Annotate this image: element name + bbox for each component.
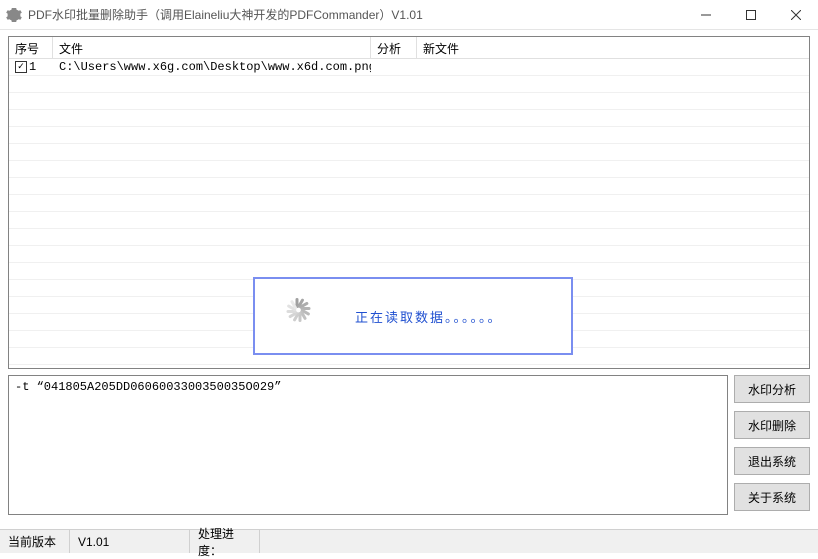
gear-icon	[6, 7, 22, 23]
table-row	[9, 246, 809, 263]
bottom-row: 水印分析 水印删除 退出系统 关于系统	[8, 375, 810, 515]
progress-value	[260, 530, 818, 553]
checkbox-icon[interactable]: ✓	[15, 61, 27, 73]
col-newfile[interactable]: 新文件	[417, 37, 809, 58]
cell-newfile	[417, 59, 809, 75]
seq-value: 1	[29, 60, 36, 74]
window-title: PDF水印批量删除助手（调用Elaineliu大神开发的PDFCommander…	[28, 6, 683, 23]
spinner-icon	[279, 298, 315, 334]
table-row	[9, 195, 809, 212]
col-analysis[interactable]: 分析	[371, 37, 417, 58]
about-button[interactable]: 关于系统	[734, 483, 810, 511]
loading-dialog: 正在读取数据。。。。。。	[253, 277, 573, 355]
table-row[interactable]: ✓1C:\Users\www.x6g.com\Desktop\www.x6d.c…	[9, 59, 809, 76]
table-row	[9, 76, 809, 93]
content-area: 序号 文件 分析 新文件 ✓1C:\Users\www.x6g.com\Desk…	[0, 30, 818, 515]
cell-analysis	[371, 59, 417, 75]
window-controls	[683, 0, 818, 29]
delete-button[interactable]: 水印删除	[734, 411, 810, 439]
loading-text: 正在读取数据。。。。。。	[355, 307, 503, 326]
progress-label: 处理进度：	[190, 530, 260, 553]
close-button[interactable]	[773, 0, 818, 29]
version-label: 当前版本	[0, 530, 70, 553]
maximize-button[interactable]	[728, 0, 773, 29]
cell-seq: ✓1	[9, 59, 53, 75]
version-value: V1.01	[70, 530, 190, 553]
table-row	[9, 178, 809, 195]
action-buttons: 水印分析 水印删除 退出系统 关于系统	[734, 375, 810, 515]
col-seq[interactable]: 序号	[9, 37, 53, 58]
titlebar: PDF水印批量删除助手（调用Elaineliu大神开发的PDFCommander…	[0, 0, 818, 30]
table-row	[9, 212, 809, 229]
exit-button[interactable]: 退出系统	[734, 447, 810, 475]
table-row	[9, 110, 809, 127]
cell-file: C:\Users\www.x6g.com\Desktop\www.x6d.com…	[53, 59, 371, 75]
command-textarea[interactable]	[8, 375, 728, 515]
col-file[interactable]: 文件	[53, 37, 371, 58]
table-row	[9, 144, 809, 161]
table-row	[9, 229, 809, 246]
table-row	[9, 93, 809, 110]
table-row	[9, 161, 809, 178]
analyze-button[interactable]: 水印分析	[734, 375, 810, 403]
table-row	[9, 127, 809, 144]
table-header: 序号 文件 分析 新文件	[9, 37, 809, 59]
status-bar: 当前版本 V1.01 处理进度：	[0, 529, 818, 553]
minimize-button[interactable]	[683, 0, 728, 29]
